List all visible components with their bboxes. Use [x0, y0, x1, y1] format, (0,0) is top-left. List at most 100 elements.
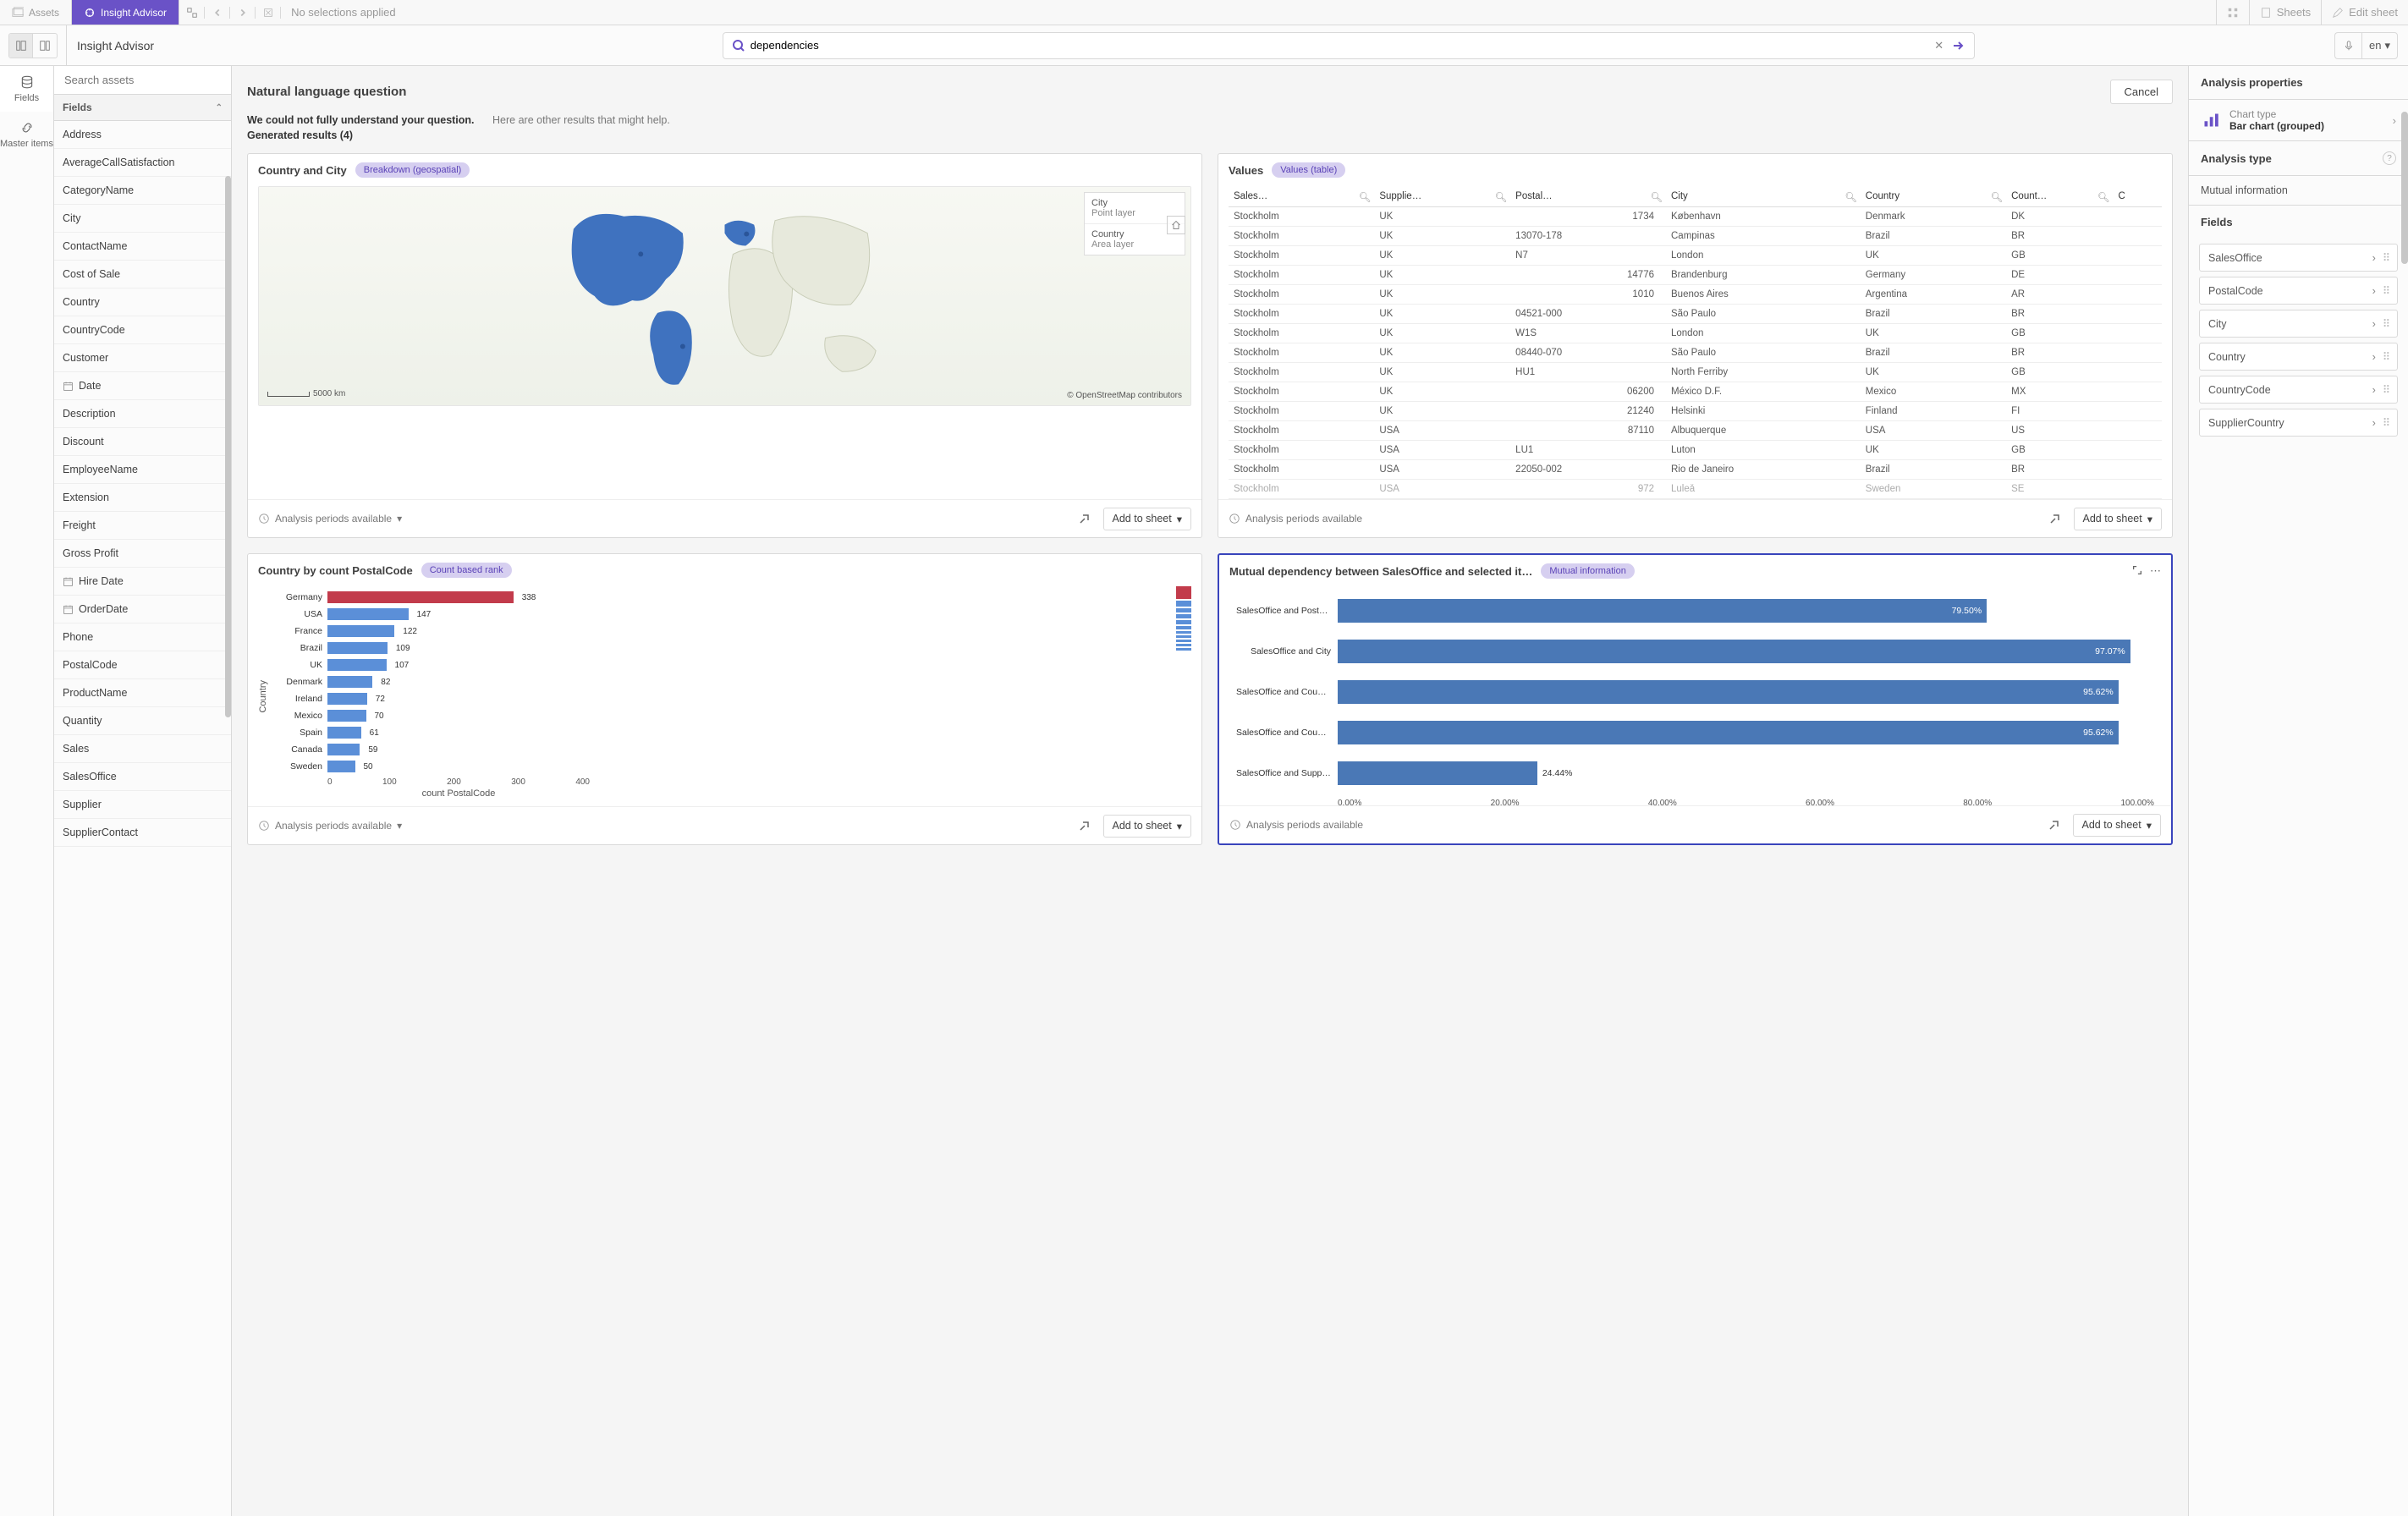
assets-tab[interactable]: Assets	[0, 0, 72, 25]
values-table[interactable]: Sales…🔍︎Supplie…🔍︎Postal…🔍︎City🔍︎Country…	[1229, 186, 2162, 499]
bar-row[interactable]: SalesOffice and PostalCode79.50%	[1236, 596, 2154, 626]
grip-icon[interactable]: ⠿	[2383, 317, 2389, 330]
table-header[interactable]: Sales…🔍︎	[1229, 186, 1374, 207]
clear-search-icon[interactable]: ✕	[1930, 36, 1949, 55]
rail-master-items[interactable]: Master items	[0, 112, 53, 157]
add-to-sheet-button[interactable]: Add to sheet ▾	[1103, 815, 1191, 838]
show-assets-toggle[interactable]	[9, 34, 33, 58]
bar-row[interactable]: Mexico70	[272, 708, 1169, 723]
edit-sheet-button[interactable]: Edit sheet	[2321, 0, 2408, 25]
property-field-item[interactable]: SalesOffice›⠿	[2199, 244, 2398, 272]
bar-row[interactable]: Denmark82	[272, 674, 1169, 689]
field-item[interactable]: Hire Date	[54, 568, 231, 596]
nlq-search-input[interactable]	[747, 36, 1930, 55]
side-scrollbar[interactable]	[225, 176, 231, 717]
table-row[interactable]: StockholmUK1010Buenos AiresArgentinaAR	[1229, 285, 2162, 305]
field-item[interactable]: Extension	[54, 484, 231, 512]
periods-label[interactable]: Analysis periods available	[275, 513, 392, 525]
explore-icon[interactable]	[1073, 814, 1097, 838]
table-row[interactable]: StockholmUKHU1North FerribyUKGB	[1229, 363, 2162, 382]
submit-search-icon[interactable]	[1949, 36, 1967, 55]
insight-advisor-tab[interactable]: Insight Advisor	[72, 0, 179, 25]
explore-icon[interactable]	[2042, 813, 2066, 837]
step-forward-icon[interactable]	[230, 7, 256, 19]
field-item[interactable]: SupplierContact	[54, 819, 231, 847]
smart-search-icon[interactable]	[179, 7, 205, 19]
periods-label[interactable]: Analysis periods available	[1246, 819, 1363, 831]
explore-icon[interactable]	[2043, 507, 2067, 530]
property-field-item[interactable]: CountryCode›⠿	[2199, 376, 2398, 404]
field-item[interactable]: Address	[54, 121, 231, 149]
bar-row[interactable]: SalesOffice and CountryCo…95.62%	[1236, 717, 2154, 748]
property-field-item[interactable]: City›⠿	[2199, 310, 2398, 338]
more-icon[interactable]: ⋯	[2150, 564, 2161, 578]
field-item[interactable]: CategoryName	[54, 177, 231, 205]
field-item[interactable]: ProductName	[54, 679, 231, 707]
field-item[interactable]: Phone	[54, 623, 231, 651]
table-row[interactable]: StockholmUK13070-178CampinasBrazilBR	[1229, 227, 2162, 246]
bar-row[interactable]: Sweden50	[272, 759, 1169, 774]
grip-icon[interactable]: ⠿	[2383, 284, 2389, 297]
grip-icon[interactable]: ⠿	[2383, 416, 2389, 429]
table-header[interactable]: City🔍︎	[1666, 186, 1861, 207]
bar-row[interactable]: Brazil109	[272, 640, 1169, 656]
fullscreen-icon[interactable]	[2131, 564, 2143, 578]
chart-type-row[interactable]: Chart typeBar chart (grouped) ›	[2189, 100, 2408, 141]
table-row[interactable]: StockholmUK14776BrandenburgGermanyDE	[1229, 266, 2162, 285]
periods-label[interactable]: Analysis periods available	[275, 820, 392, 832]
table-row[interactable]: StockholmUSALU1LutonUKGB	[1229, 441, 2162, 460]
cancel-button[interactable]: Cancel	[2110, 80, 2173, 104]
bar-row[interactable]: Ireland72	[272, 691, 1169, 706]
table-header[interactable]: Count…🔍︎	[2006, 186, 2113, 207]
field-item[interactable]: Freight	[54, 512, 231, 540]
language-select[interactable]: en▾	[2361, 32, 2398, 59]
add-to-sheet-button[interactable]: Add to sheet ▾	[2073, 814, 2161, 837]
map-home-icon[interactable]	[1167, 216, 1185, 234]
field-item[interactable]: Date	[54, 372, 231, 400]
content-scrollbar[interactable]	[2401, 112, 2408, 264]
table-header[interactable]: Postal…🔍︎	[1510, 186, 1666, 207]
field-item[interactable]: SalesOffice	[54, 763, 231, 791]
property-field-item[interactable]: Country›⠿	[2199, 343, 2398, 371]
table-row[interactable]: StockholmUK1734KøbenhavnDenmarkDK	[1229, 207, 2162, 227]
field-item[interactable]: Gross Profit	[54, 540, 231, 568]
table-row[interactable]: StockholmUK08440-070São PauloBrazilBR	[1229, 343, 2162, 363]
add-to-sheet-button[interactable]: Add to sheet ▾	[1103, 508, 1191, 530]
map-chart[interactable]: CityPoint layer CountryArea layer 5000 k…	[258, 186, 1191, 406]
grip-icon[interactable]: ⠿	[2383, 383, 2389, 396]
bar-row[interactable]: Spain61	[272, 725, 1169, 740]
table-row[interactable]: StockholmUK04521-000São PauloBrazilBR	[1229, 305, 2162, 324]
help-icon[interactable]: ?	[2383, 151, 2396, 165]
field-item[interactable]: Supplier	[54, 791, 231, 819]
field-item[interactable]: CountryCode	[54, 316, 231, 344]
property-field-item[interactable]: SupplierCountry›⠿	[2199, 409, 2398, 437]
field-item[interactable]: ContactName	[54, 233, 231, 261]
bar-row[interactable]: UK107	[272, 657, 1169, 673]
periods-label[interactable]: Analysis periods available	[1245, 513, 1362, 525]
table-row[interactable]: StockholmUSA972LuleåSwedenSE	[1229, 480, 2162, 499]
nlq-search-box[interactable]: ✕	[723, 32, 1975, 59]
bookmarks-button[interactable]	[2216, 0, 2249, 25]
bar-row[interactable]: SalesOffice and City97.07%	[1236, 636, 2154, 667]
table-row[interactable]: StockholmUSA87110AlbuquerqueUSAUS	[1229, 421, 2162, 441]
field-item[interactable]: PostalCode	[54, 651, 231, 679]
bar-row[interactable]: SalesOffice and SupplierC…24.44%	[1236, 758, 2154, 788]
bar-row[interactable]: Germany338	[272, 590, 1169, 605]
grip-icon[interactable]: ⠿	[2383, 251, 2389, 264]
country-bar-chart[interactable]: Country Germany338USA147France122Brazil1…	[258, 586, 1191, 806]
show-properties-toggle[interactable]	[33, 34, 57, 58]
field-item[interactable]: EmployeeName	[54, 456, 231, 484]
bar-row[interactable]: Canada59	[272, 742, 1169, 757]
fields-category-header[interactable]: Fields ⌃	[54, 95, 231, 121]
rail-fields[interactable]: Fields	[0, 66, 53, 112]
minimap-bars[interactable]	[1176, 586, 1191, 806]
table-row[interactable]: StockholmUSA22050-002Rio de JaneiroBrazi…	[1229, 460, 2162, 480]
bar-row[interactable]: SalesOffice and Country95.62%	[1236, 677, 2154, 707]
step-back-icon[interactable]	[205, 7, 230, 19]
field-item[interactable]: Sales	[54, 735, 231, 763]
bar-row[interactable]: France122	[272, 623, 1169, 639]
grip-icon[interactable]: ⠿	[2383, 350, 2389, 363]
property-field-item[interactable]: PostalCode›⠿	[2199, 277, 2398, 305]
field-item[interactable]: Quantity	[54, 707, 231, 735]
field-item[interactable]: AverageCallSatisfaction	[54, 149, 231, 177]
